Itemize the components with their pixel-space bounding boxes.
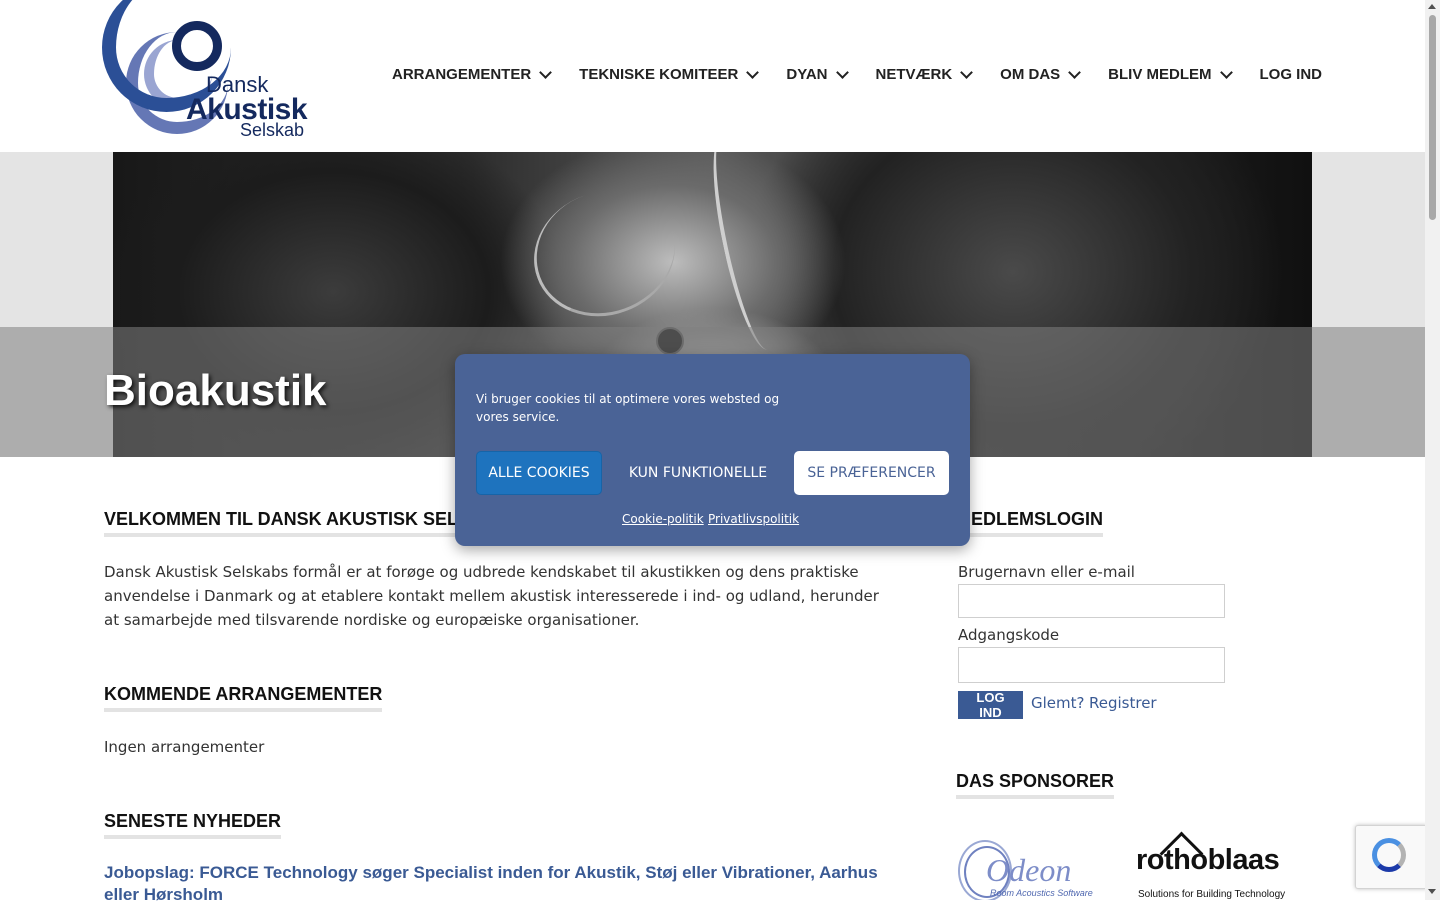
nav-item-log-ind[interactable]: LOG IND xyxy=(1260,66,1323,83)
logo-text-line3: Selskab xyxy=(240,120,305,140)
hero-image-detail xyxy=(516,171,693,336)
welcome-text: Dansk Akustisk Selskabs formål er at for… xyxy=(104,563,879,629)
nav-item-label: ARRANGEMENTER xyxy=(392,66,532,83)
chevron-down-icon xyxy=(835,65,849,79)
nav-item-dyan[interactable]: DYAN xyxy=(786,65,849,83)
scroll-thumb[interactable] xyxy=(1429,15,1436,220)
nav-item-om-das[interactable]: OM DAS xyxy=(1000,65,1082,83)
welcome-heading: VELKOMMEN TIL DANSK AKUSTISK SELSKAB xyxy=(104,509,510,537)
sponsor-subtitle: Solutions for Building Technology xyxy=(1138,889,1286,900)
sponsors-heading: DAS SPONSORER xyxy=(956,771,1115,799)
events-heading: KOMMENDE ARRANGEMENTER xyxy=(104,684,383,712)
username-input[interactable] xyxy=(958,584,1225,618)
sponsor-odeon-logo[interactable]: Odeon Room Acoustics Software xyxy=(956,838,1116,900)
nav-item-netvaerk[interactable]: NETVÆRK xyxy=(875,65,974,83)
news-heading: SENESTE NYHEDER xyxy=(104,811,282,839)
nav-item-bliv-medlem[interactable]: BLIV MEDLEM xyxy=(1108,65,1233,83)
nav-item-label: NETVÆRK xyxy=(875,66,953,83)
functional-only-button[interactable]: KUN FUNKTIONELLE xyxy=(615,451,781,495)
cookie-consent-dialog: Vi bruger cookies til at optimere vores … xyxy=(455,354,970,546)
cookie-message: Vi bruger cookies til at optimere vores … xyxy=(476,392,780,424)
nav-item-arrangementer[interactable]: ARRANGEMENTER xyxy=(392,65,553,83)
login-heading: MEDLEMSLOGIN xyxy=(956,509,1103,537)
sponsor-name: Odeon xyxy=(986,852,1072,888)
site-header: Dansk Akustisk Selskab ARRANGEMENTER TEK… xyxy=(0,0,1425,152)
events-empty-text: Ingen arrangementer xyxy=(104,738,265,756)
main-nav: ARRANGEMENTER TEKNISKE KOMITEER DYAN NET… xyxy=(392,65,1323,83)
chevron-down-icon xyxy=(746,65,760,79)
sponsor-subtitle: Room Acoustics Software xyxy=(990,888,1093,898)
recaptcha-icon xyxy=(1372,838,1406,872)
password-label: Adgangskode xyxy=(958,626,1060,644)
scroll-up-arrow-icon[interactable] xyxy=(1428,4,1436,9)
chevron-down-icon xyxy=(539,65,553,79)
page-scrollbar[interactable] xyxy=(1425,0,1440,900)
site-logo[interactable]: Dansk Akustisk Selskab xyxy=(102,0,310,140)
login-button[interactable]: LOG IND xyxy=(958,690,1023,720)
logo-ring-icon xyxy=(172,21,222,71)
nav-item-label: OM DAS xyxy=(1000,66,1061,83)
scroll-down-arrow-icon[interactable] xyxy=(1428,889,1436,894)
nav-item-label: DYAN xyxy=(786,66,828,83)
chevron-down-icon xyxy=(1068,65,1082,79)
news-item-link[interactable]: Jobopslag: FORCE Technology søger Specia… xyxy=(104,862,894,906)
chevron-down-icon xyxy=(960,65,974,79)
sponsor-rothoblaas-logo[interactable]: rothoblaas Solutions for Building Techno… xyxy=(1136,831,1301,900)
sponsor-name: rothoblaas xyxy=(1136,844,1280,876)
hero-image-detail xyxy=(700,152,790,355)
nav-item-tekniske-komiteer[interactable]: TEKNISKE KOMITEER xyxy=(579,65,760,83)
nav-item-label: LOG IND xyxy=(1259,66,1323,83)
nav-item-label: BLIV MEDLEM xyxy=(1108,66,1212,83)
accept-all-cookies-button[interactable]: ALLE COOKIES xyxy=(476,451,602,495)
username-label: Brugernavn eller e-mail xyxy=(958,563,1135,581)
nav-item-label: TEKNISKE KOMITEER xyxy=(579,66,739,83)
password-input[interactable] xyxy=(958,647,1225,683)
page-title: Bioakustik xyxy=(104,366,327,415)
chevron-down-icon xyxy=(1219,65,1233,79)
privacy-policy-link[interactable]: Privatlivspolitik xyxy=(708,512,799,526)
recaptcha-badge[interactable] xyxy=(1355,825,1427,889)
cookie-policy-link[interactable]: Cookie-politik xyxy=(622,512,704,526)
register-link[interactable]: Registrer xyxy=(1089,694,1157,712)
preferences-button[interactable]: SE PRÆFERENCER xyxy=(794,451,949,495)
forgot-password-link[interactable]: Glemt? xyxy=(1031,694,1084,712)
